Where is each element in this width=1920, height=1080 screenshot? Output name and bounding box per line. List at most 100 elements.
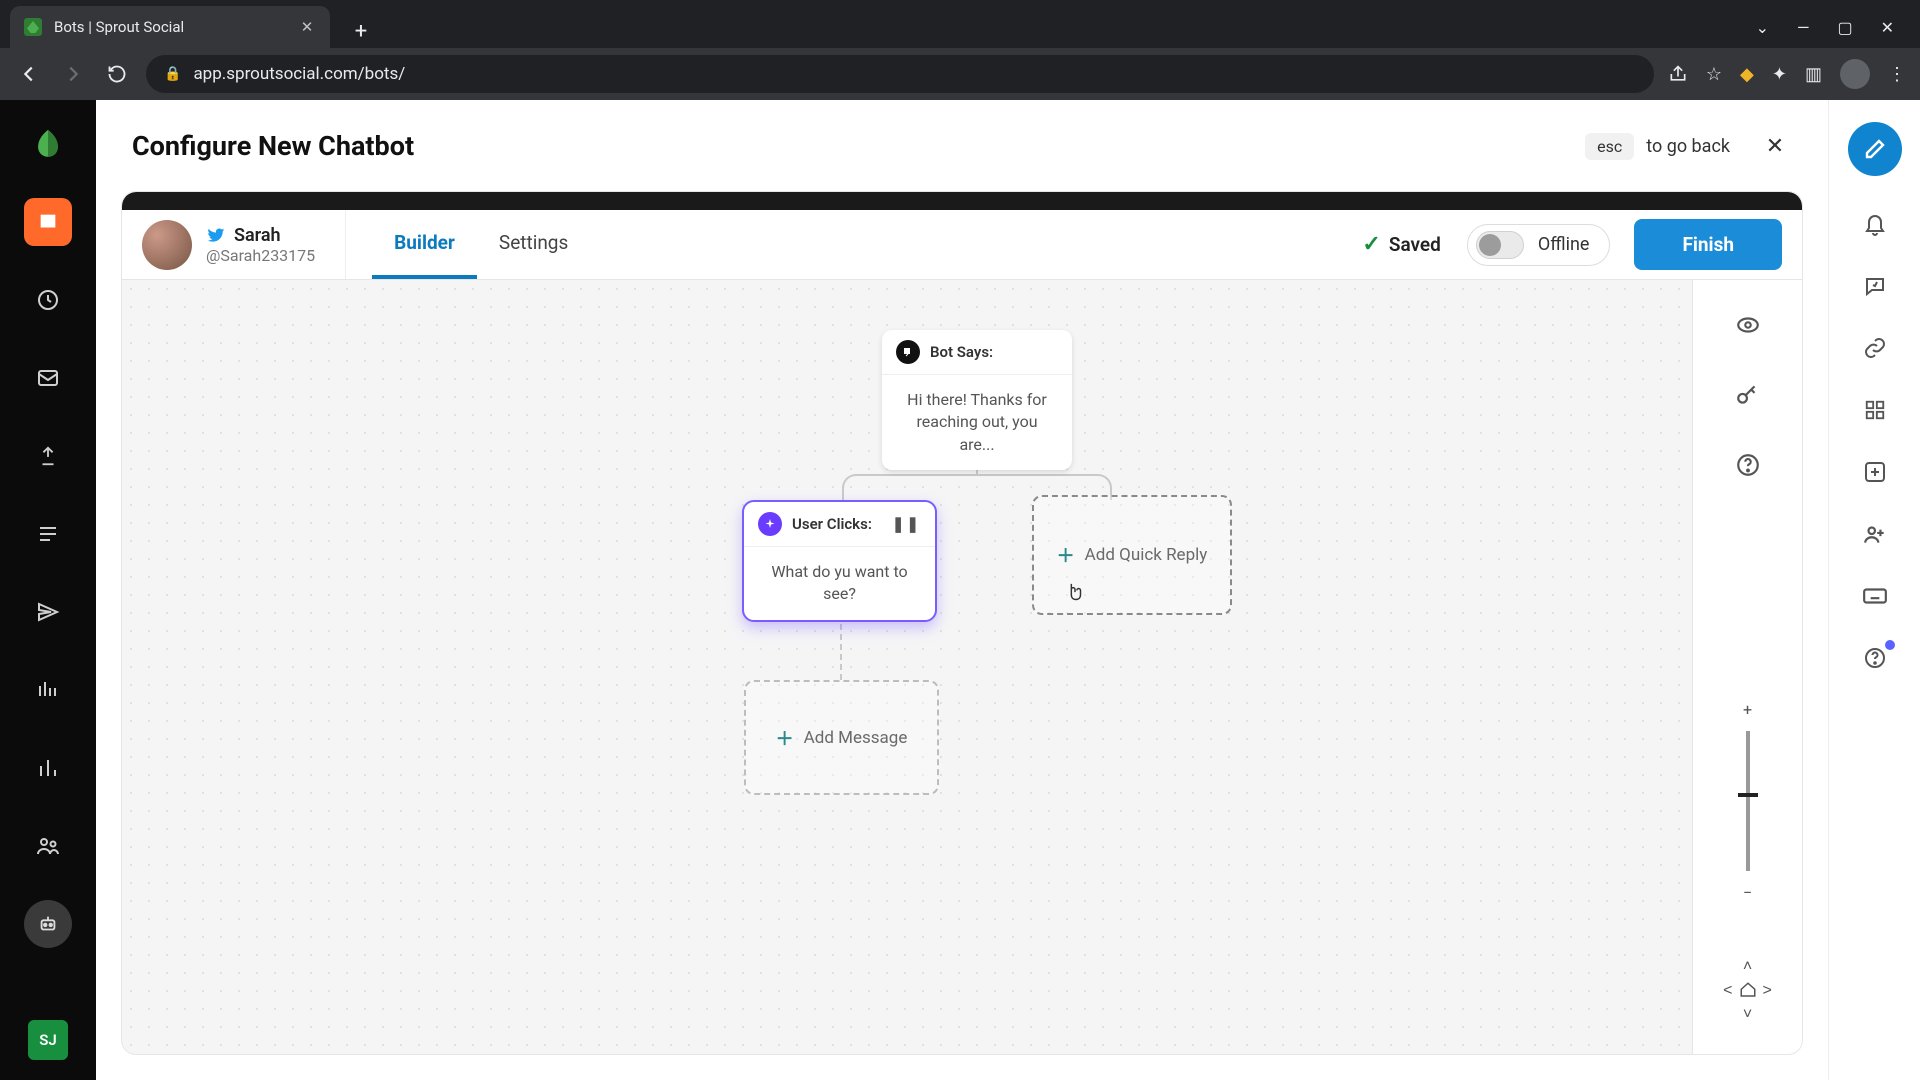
share-icon[interactable] <box>1668 64 1688 84</box>
page-title: Configure New Chatbot <box>132 130 414 162</box>
profile-avatar <box>142 220 192 270</box>
pan-right-icon[interactable]: ˃ <box>1763 980 1772 1000</box>
profile-avatar-icon[interactable] <box>1840 59 1870 89</box>
online-toggle[interactable]: Offline <box>1467 224 1611 266</box>
check-icon: ✓ <box>1362 232 1380 257</box>
tab-title: Bots | Sprout Social <box>54 18 184 36</box>
add-message-button[interactable]: ＋ Add Message <box>744 680 939 795</box>
nav-item-send[interactable] <box>24 588 72 636</box>
pan-control: ˄ ˂ ˃ ˅ <box>1723 956 1772 1024</box>
app-shell: SJ Configure New Chatbot esc to go back … <box>0 100 1920 1080</box>
extensions-update-icon[interactable]: ◆ <box>1740 64 1754 85</box>
nav-item-people[interactable] <box>24 822 72 870</box>
close-page-button[interactable]: ✕ <box>1758 129 1792 163</box>
nav-item-inbox[interactable] <box>24 354 72 402</box>
esc-key-hint: esc <box>1585 133 1634 160</box>
sidepanel-icon[interactable]: ▥ <box>1805 64 1822 85</box>
profile-name: Sarah <box>234 225 281 246</box>
nav-item-bots[interactable] <box>24 900 72 948</box>
maximize-icon[interactable]: ▢ <box>1837 18 1852 37</box>
sprout-logo-icon[interactable] <box>24 120 72 168</box>
pan-home-icon[interactable] <box>1739 981 1757 999</box>
user-clicks-text: What do yu want to see? <box>744 547 935 620</box>
preview-icon[interactable] <box>1733 310 1763 340</box>
messages-rail-icon[interactable] <box>1861 272 1889 300</box>
tab-builder[interactable]: Builder <box>372 210 477 279</box>
builder-card: Sarah @Sarah233175 Builder Settings ✓ Sa… <box>122 192 1802 1054</box>
flow-canvas[interactable]: Bot Says: Hi there! Thanks for reaching … <box>122 280 1802 1054</box>
key-icon[interactable] <box>1733 380 1763 410</box>
bot-icon <box>896 340 920 364</box>
zoom-in-icon[interactable]: + <box>1743 700 1752 719</box>
zoom-control[interactable]: + − <box>1743 700 1752 902</box>
close-window-icon[interactable]: ✕ <box>1881 18 1894 37</box>
nav-item-listening[interactable] <box>24 666 72 714</box>
builder-tabs: Builder Settings <box>372 210 590 279</box>
card-header: Sarah @Sarah233175 Builder Settings ✓ Sa… <box>122 210 1802 280</box>
pan-left-icon[interactable]: ˂ <box>1723 980 1732 1000</box>
connector-line <box>840 624 842 680</box>
bot-says-label: Bot Says: <box>930 343 993 361</box>
save-status: ✓ Saved <box>1362 232 1440 257</box>
reload-button[interactable] <box>102 59 132 89</box>
finish-button[interactable]: Finish <box>1634 219 1782 270</box>
toggle-label: Offline <box>1538 234 1590 255</box>
tab-settings[interactable]: Settings <box>477 210 590 279</box>
close-tab-icon[interactable]: ✕ <box>298 18 316 36</box>
zoom-out-icon[interactable]: − <box>1743 883 1752 902</box>
lock-icon: 🔒 <box>164 66 181 82</box>
nav-item-reports[interactable] <box>24 744 72 792</box>
minimize-icon[interactable]: ― <box>1797 18 1810 37</box>
window-controls: ⌄ ― ▢ ✕ <box>1730 6 1920 48</box>
connected-profile[interactable]: Sarah @Sarah233175 <box>142 210 346 279</box>
support-rail-icon[interactable] <box>1861 644 1889 672</box>
sprout-favicon <box>24 18 42 36</box>
nav-item-feeds[interactable] <box>24 432 72 480</box>
back-button[interactable] <box>14 59 44 89</box>
add-message-label: Add Message <box>804 728 908 748</box>
tab-strip: Bots | Sprout Social ✕ + ⌄ ― ▢ ✕ <box>0 0 1920 48</box>
nav-item-dashboard[interactable] <box>24 276 72 324</box>
keyboard-rail-icon[interactable] <box>1861 582 1889 610</box>
user-avatar-badge[interactable]: SJ <box>28 1020 68 1060</box>
compose-button[interactable] <box>1848 122 1902 176</box>
nav-item-publishing[interactable] <box>24 198 72 246</box>
address-bar: 🔒 app.sproutsocial.com/bots/ ☆ ◆ ✦ ▥ ⋮ <box>0 48 1920 100</box>
bot-says-text: Hi there! Thanks for reaching out, you a… <box>882 375 1072 470</box>
twitter-icon <box>206 225 226 245</box>
user-click-icon <box>758 512 782 536</box>
link-rail-icon[interactable] <box>1861 334 1889 362</box>
pan-down-icon[interactable]: ˅ <box>1743 1004 1752 1024</box>
kebab-menu-icon[interactable]: ⋮ <box>1888 64 1906 85</box>
team-rail-icon[interactable] <box>1861 520 1889 548</box>
save-status-label: Saved <box>1389 233 1441 256</box>
pause-icon[interactable]: ❚❚ <box>892 515 921 533</box>
profile-handle: @Sarah233175 <box>206 246 315 265</box>
url-field[interactable]: 🔒 app.sproutsocial.com/bots/ <box>146 55 1654 93</box>
notification-dot <box>1885 640 1895 650</box>
add-rail-icon[interactable] <box>1861 458 1889 486</box>
bookmark-star-icon[interactable]: ☆ <box>1706 64 1722 85</box>
pan-up-icon[interactable]: ˄ <box>1743 956 1752 976</box>
toggle-switch[interactable] <box>1476 231 1524 259</box>
browser-chrome: Bots | Sprout Social ✕ + ⌄ ― ▢ ✕ 🔒 app.s… <box>0 0 1920 100</box>
forward-button[interactable] <box>58 59 88 89</box>
main-column: Configure New Chatbot esc to go back ✕ S… <box>96 100 1828 1080</box>
right-app-rail <box>1828 100 1920 1080</box>
bot-says-node[interactable]: Bot Says: Hi there! Thanks for reaching … <box>882 330 1072 470</box>
notifications-icon[interactable] <box>1861 210 1889 238</box>
plus-icon: ＋ <box>776 725 794 751</box>
help-icon[interactable] <box>1733 450 1763 480</box>
extensions-icon[interactable]: ✦ <box>1772 64 1787 85</box>
tabs-dropdown-icon[interactable]: ⌄ <box>1756 18 1769 37</box>
nav-item-tasks[interactable] <box>24 510 72 558</box>
add-quick-reply-button[interactable]: ＋ Add Quick Reply <box>1032 495 1232 615</box>
zoom-slider[interactable] <box>1746 731 1750 871</box>
user-clicks-node[interactable]: User Clicks: ❚❚ What do yu want to see? <box>742 500 937 622</box>
new-tab-button[interactable]: + <box>344 14 378 48</box>
canvas-toolbar: + − ˄ ˂ ˃ <box>1692 280 1802 1054</box>
add-quick-reply-label: Add Quick Reply <box>1085 545 1208 565</box>
browser-tab[interactable]: Bots | Sprout Social ✕ <box>10 6 330 48</box>
user-clicks-label: User Clicks: <box>792 515 872 533</box>
apps-grid-icon[interactable] <box>1861 396 1889 424</box>
